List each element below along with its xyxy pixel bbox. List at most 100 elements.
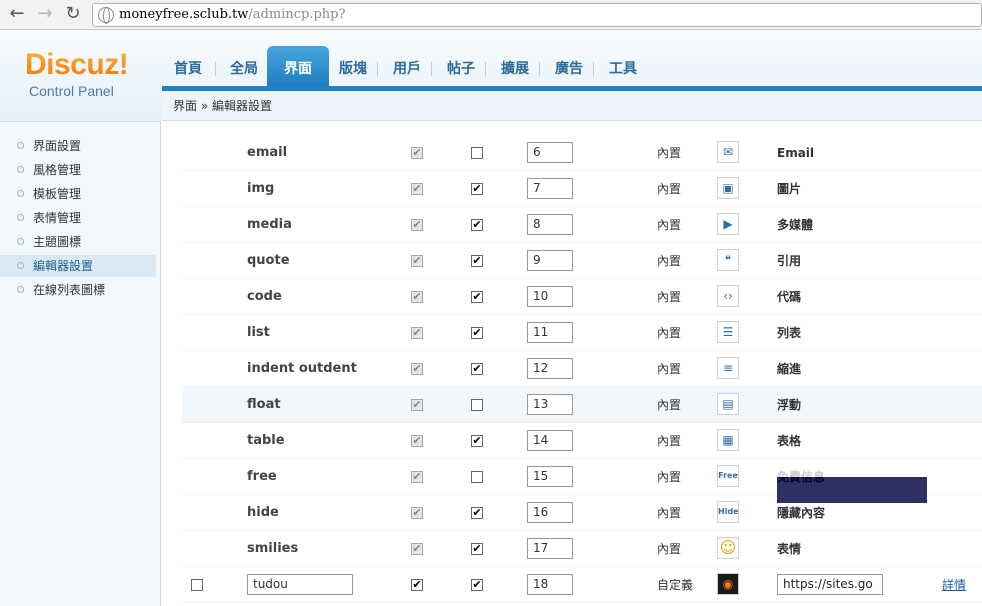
bbcode-tag: float [247,397,281,412]
sidebar-item-4[interactable]: 表情管理 [0,207,156,229]
show-button-checkbox[interactable] [471,399,483,411]
bullet-icon [17,166,24,173]
nav-tab-3[interactable]: 界面 [267,46,329,88]
smiley-icon: ☺ [717,537,739,559]
type-label: 內置 [657,470,682,484]
sidebar-item-2[interactable]: 風格管理 [0,159,156,181]
sidebar-item-label: 模板管理 [33,187,82,201]
nav-tab-7[interactable]: 擴展 [489,46,541,88]
display-order-input[interactable]: 18 [527,574,573,595]
show-button-checkbox[interactable] [471,471,483,483]
sidebar-item-label: 界面設置 [33,139,82,153]
type-label: 內置 [657,254,682,268]
bbcode-tag: list [247,325,270,340]
display-order-input[interactable]: 9 [527,250,573,271]
button-label: 多媒體 [777,218,814,232]
show-button-checkbox[interactable]: ✔ [471,507,483,519]
nav-separator [377,62,378,76]
logo-main-text: Discuz! [25,48,129,81]
type-label: 內置 [657,542,682,556]
nav-tab-6[interactable]: 帖子 [435,46,487,88]
custom-label-input[interactable]: https://sites.go [777,574,883,595]
show-button-checkbox[interactable]: ✔ [471,183,483,195]
hide-icon: Hide [717,501,739,523]
display-order-input[interactable]: 6 [527,142,573,163]
type-label: 內置 [657,146,682,160]
nav-separator [593,62,594,76]
button-label: 浮動 [777,398,802,412]
display-order-input[interactable]: 10 [527,286,573,307]
nav-tab-2[interactable]: 全局 [218,46,270,88]
enabled-checkbox: ✔ [411,542,423,555]
type-label: 自定義 [657,578,694,592]
sidebar-item-7[interactable]: 在線列表圖標 [0,279,156,301]
type-label: 內置 [657,182,682,196]
table-row: table ✔ ✔ 14 內置 ▦ 表格 [182,423,982,459]
display-order-input[interactable]: 14 [527,430,573,451]
show-button-checkbox[interactable]: ✔ [471,435,483,447]
show-button-checkbox[interactable]: ✔ [471,219,483,231]
show-button-checkbox[interactable]: ✔ [471,579,483,591]
show-button-checkbox[interactable]: ✔ [471,291,483,303]
bbcode-tag: table [247,433,285,448]
show-button-checkbox[interactable]: ✔ [471,543,483,555]
nav-tab-5[interactable]: 用戶 [381,46,433,88]
bbcode-tag: free [247,469,277,484]
details-link[interactable]: 詳情 [942,567,966,603]
nav-tab-9[interactable]: 工具 [597,46,649,88]
table-row: quote ✔ ✔ 9 內置 ❝ 引用 [182,243,982,279]
show-button-checkbox[interactable]: ✔ [471,327,483,339]
show-button-checkbox[interactable]: ✔ [471,363,483,375]
address-bar[interactable]: moneyfree.sclub.tw/admincp.php? [92,3,982,27]
bullet-icon [17,262,24,269]
show-button-checkbox[interactable] [471,147,483,159]
table-row: media ✔ ✔ 8 內置 ▶ 多媒體 [182,207,982,243]
back-arrow-icon[interactable]: ← [6,4,28,24]
display-order-input[interactable]: 17 [527,538,573,559]
bbcode-tag: indent outdent [247,361,357,376]
display-order-input[interactable]: 12 [527,358,573,379]
sidebar-item-1[interactable]: 界面設置 [0,135,156,157]
table-icon: ▦ [717,429,739,451]
sidebar-item-5[interactable]: 主題圖標 [0,231,156,253]
nav-tab-4[interactable]: 版塊 [327,46,379,88]
sidebar-item-6[interactable]: 編輯器設置 [0,255,156,277]
enabled-checkbox: ✔ [411,362,423,375]
enabled-checkbox: ✔ [411,146,423,159]
sidebar-item-3[interactable]: 模板管理 [0,183,156,205]
bbcode-tag: quote [247,253,290,268]
url-text: moneyfree.sclub.tw/admincp.php? [119,7,346,22]
show-button-checkbox[interactable]: ✔ [471,255,483,267]
button-label: 引用 [777,254,802,268]
button-label: 免費信息 [777,470,826,484]
display-order-input[interactable]: 13 [527,394,573,415]
enabled-checkbox[interactable]: ✔ [411,579,423,591]
display-order-input[interactable]: 7 [527,178,573,199]
breadcrumb: 界面 » 編輯器設置 [162,91,982,121]
reload-icon[interactable]: ↻ [62,4,84,24]
display-order-input[interactable]: 16 [527,502,573,523]
table-row: free ✔ 15 內置 Free 免費信息 [182,459,982,503]
type-label: 內置 [657,434,682,448]
logo: Discuz! Control Panel [0,31,160,121]
forward-arrow-icon[interactable]: → [34,4,56,24]
delete-checkbox[interactable] [191,579,203,591]
type-label: 內置 [657,398,682,412]
enabled-checkbox: ✔ [411,434,423,447]
enabled-checkbox: ✔ [411,218,423,231]
button-label: 縮進 [777,362,802,376]
display-order-input[interactable]: 11 [527,322,573,343]
custom-tag-input[interactable]: tudou [247,574,353,595]
display-order-input[interactable]: 8 [527,214,573,235]
free-icon: Free [717,465,739,487]
table-row: float ✔ 13 內置 ▤ 浮動 [182,387,982,423]
float-icon: ▤ [717,393,739,415]
nav-tab-8[interactable]: 廣告 [543,46,595,88]
bbcode-tag: img [247,181,275,196]
bbcode-tag: media [247,217,292,232]
nav-tab-1[interactable]: 首頁 [162,46,214,88]
globe-icon [98,7,114,24]
display-order-input[interactable]: 15 [527,466,573,487]
browser-toolbar: ← → ↻ moneyfree.sclub.tw/admincp.php? [0,0,982,30]
button-label: 表情 [777,542,802,556]
